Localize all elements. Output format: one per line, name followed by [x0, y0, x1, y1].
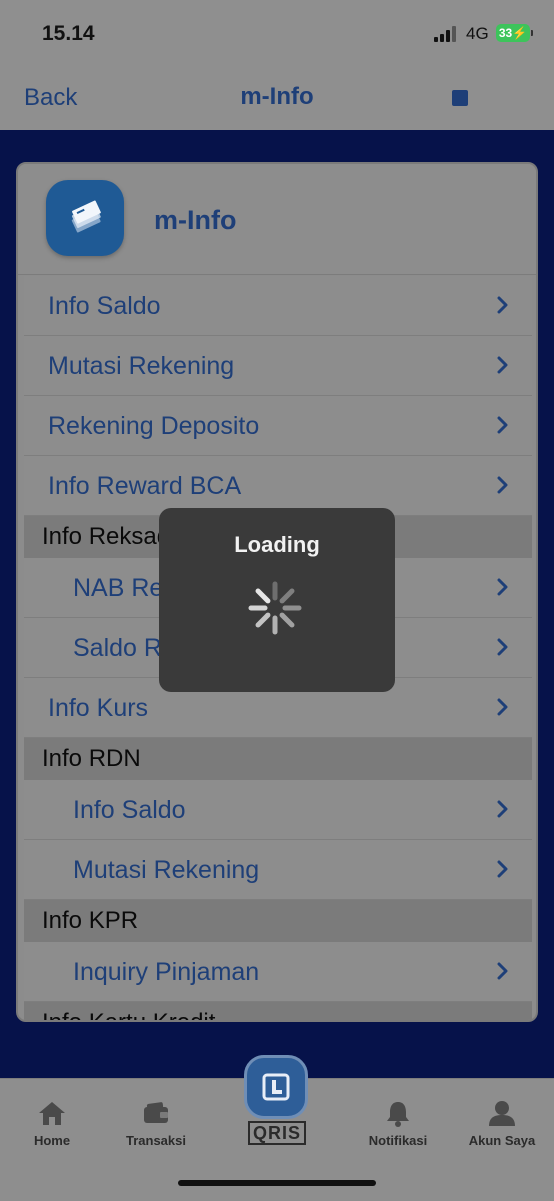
tab-transaksi[interactable]: Transaksi — [106, 1099, 206, 1148]
menu-item[interactable]: Info Reward BCA — [24, 456, 532, 516]
tab-akun-saya-label: Akun Saya — [468, 1133, 536, 1148]
menu-item[interactable]: Info Saldo — [24, 780, 532, 840]
tab-notifikasi-label: Notifikasi — [368, 1133, 428, 1148]
section-label: Info KPR — [42, 907, 139, 934]
section-header: Info KPR — [24, 900, 532, 942]
chevron-right-icon — [497, 476, 508, 494]
card-header: m-Info — [18, 164, 536, 275]
menu-item-label: Info Saldo — [73, 796, 186, 824]
loading-overlay: Loading — [159, 508, 395, 692]
menu-item-label: Info Kurs — [48, 694, 149, 722]
section-header: Info RDN — [24, 738, 532, 780]
nav-bar: Back m-Info — [0, 68, 554, 130]
loading-text: Loading — [234, 532, 320, 557]
menu-item-label: Inquiry Pinjaman — [73, 958, 260, 986]
wallet-icon — [144, 1102, 168, 1123]
tab-home[interactable]: Home — [2, 1099, 102, 1148]
chevron-right-icon — [497, 860, 508, 878]
menu-item[interactable]: Mutasi Rekening — [24, 336, 532, 396]
qris-label: QRIS — [248, 1121, 307, 1145]
menu-item-label: Info Reward BCA — [48, 472, 242, 500]
user-icon — [489, 1101, 515, 1126]
status-time: 15.14 — [42, 22, 95, 45]
stop-icon[interactable] — [452, 90, 468, 106]
card-title: m-Info — [154, 205, 237, 235]
menu-item-label: Info Saldo — [48, 292, 161, 320]
chevron-right-icon — [497, 578, 508, 596]
section-header: Info Kartu Kredit — [24, 1002, 532, 1020]
page-title: m-Info — [240, 83, 314, 110]
qris-button[interactable] — [244, 1055, 308, 1119]
chevron-right-icon — [497, 698, 508, 716]
spinner-spoke — [279, 612, 295, 628]
qris-icon — [262, 1073, 290, 1101]
chevron-right-icon — [497, 962, 508, 980]
home-icon — [39, 1102, 65, 1125]
menu-item-label: Mutasi Rekening — [48, 352, 235, 380]
chevron-right-icon — [497, 356, 508, 374]
chevron-right-icon — [497, 638, 508, 656]
tab-notifikasi[interactable]: Notifikasi — [348, 1099, 448, 1148]
battery-icon: 33⚡ — [496, 24, 530, 42]
chevron-right-icon — [497, 800, 508, 818]
battery-cap — [531, 30, 533, 36]
menu-item[interactable]: Info Saldo — [24, 276, 532, 336]
spinner-icon — [248, 581, 302, 635]
chevron-right-icon — [497, 416, 508, 434]
section-label: Info RDN — [42, 745, 141, 772]
menu-item-label: Rekening Deposito — [48, 412, 260, 440]
spinner-spoke — [279, 588, 295, 604]
spinner-spoke — [255, 588, 271, 604]
home-indicator — [178, 1180, 376, 1186]
tab-akun-saya[interactable]: Akun Saya — [452, 1099, 552, 1148]
signal-icon — [434, 26, 460, 42]
tab-home-label: Home — [33, 1133, 71, 1148]
network-type: 4G — [466, 24, 489, 43]
minfo-app-icon — [46, 180, 124, 256]
chevron-right-icon — [497, 296, 508, 314]
menu-item[interactable]: Mutasi Rekening — [24, 840, 532, 900]
menu-item[interactable]: Rekening Deposito — [24, 396, 532, 456]
bell-icon — [387, 1102, 409, 1127]
status-bar: 15.14 4G 33⚡ — [0, 0, 554, 68]
menu-item[interactable]: Inquiry Pinjaman — [24, 942, 532, 1002]
spinner-spoke — [255, 612, 271, 628]
section-label: Info Kartu Kredit — [42, 1009, 215, 1020]
menu-item-label: Mutasi Rekening — [73, 856, 260, 884]
battery-level: 33 — [498, 26, 513, 40]
tab-transaksi-label: Transaksi — [126, 1133, 186, 1148]
